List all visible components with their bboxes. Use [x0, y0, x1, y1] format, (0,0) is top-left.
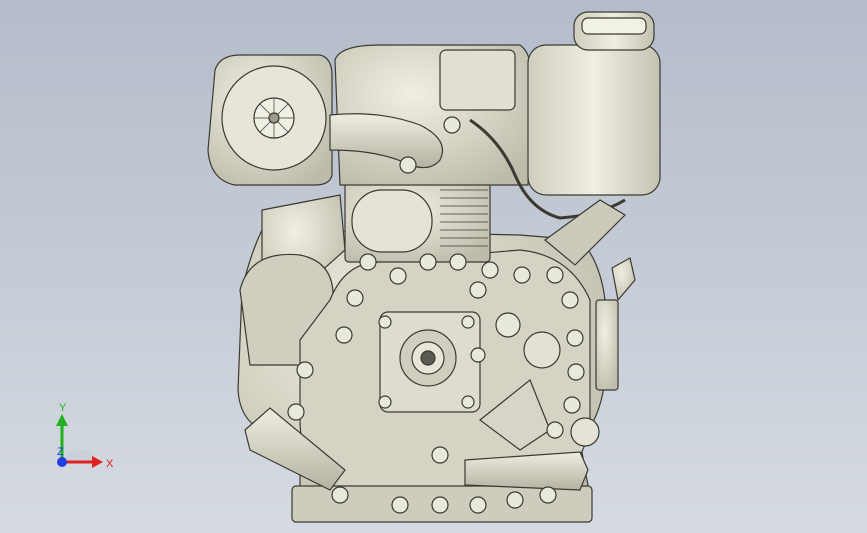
- side-bracket: [595, 299, 619, 391]
- y-axis-label: Y: [59, 402, 67, 414]
- z-axis-label: Z: [57, 446, 64, 458]
- fuel-tank: [527, 44, 661, 196]
- x-axis-label: X: [106, 458, 114, 470]
- engine-model[interactable]: [0, 0, 867, 533]
- governor-pulley: [523, 331, 561, 369]
- coordinate-triad: Y X Z: [56, 402, 114, 470]
- cad-viewport[interactable]: Y X Z: [0, 0, 867, 533]
- z-axis-icon: [57, 457, 67, 467]
- cylinder-head-boss: [351, 189, 433, 253]
- rocker-box: [439, 49, 516, 111]
- governor-arm: [611, 257, 636, 302]
